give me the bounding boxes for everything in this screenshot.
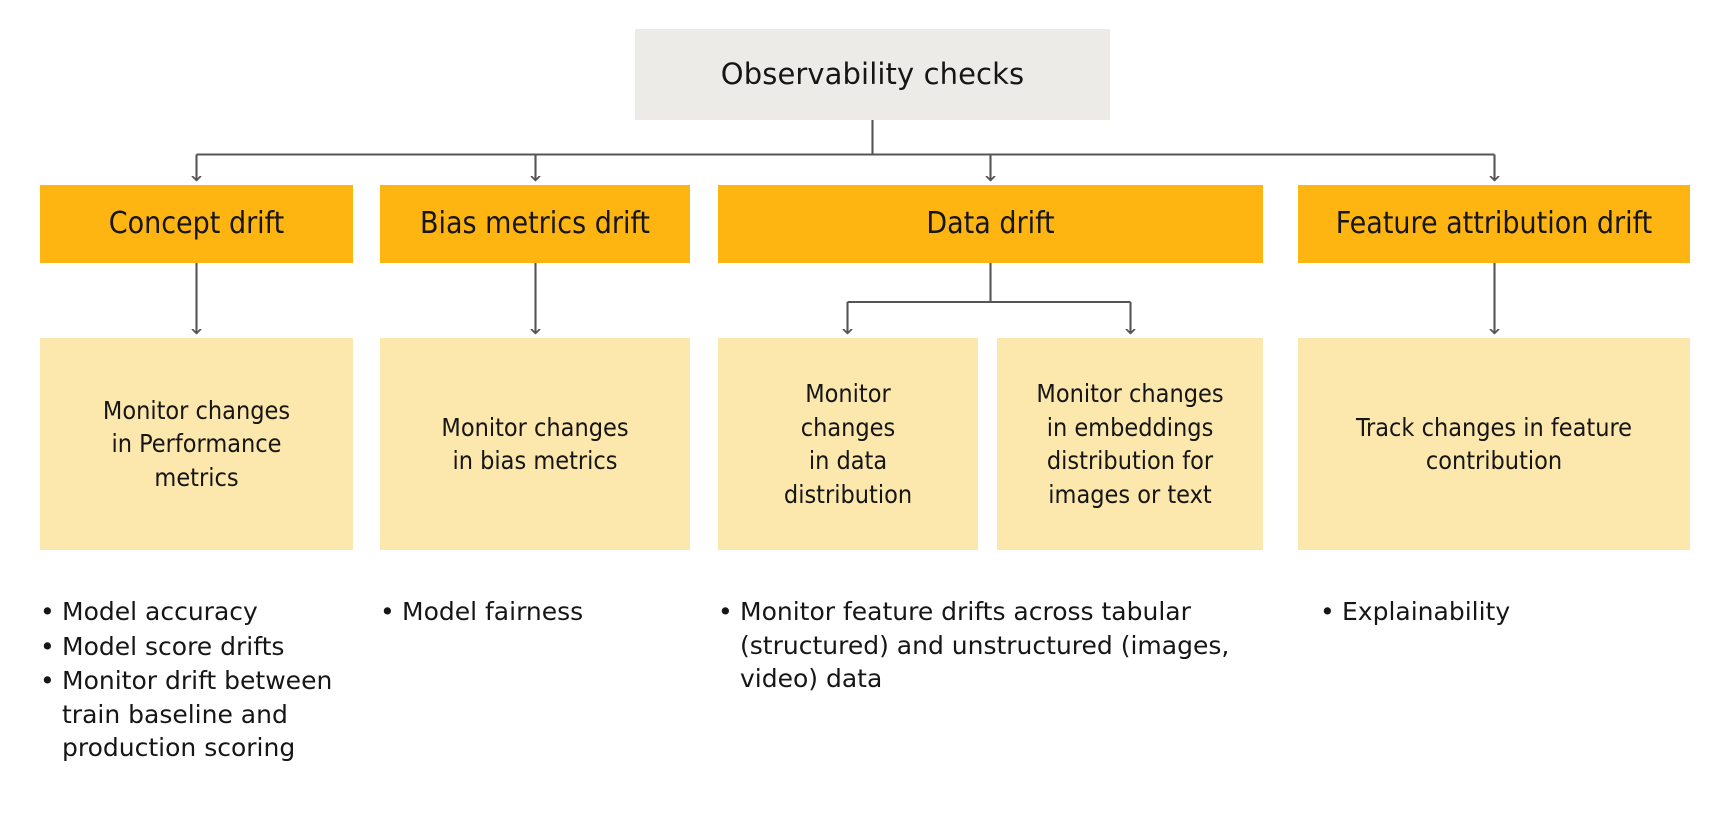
detail-embeddings-distribution: Monitor changes in embeddings distributi… bbox=[997, 338, 1263, 550]
bullet-icon: • bbox=[40, 597, 55, 626]
detail-data-distribution: Monitor changes in data distribution bbox=[718, 338, 978, 550]
node-data-drift-label: Data drift bbox=[926, 205, 1055, 241]
list-item-label: Model fairness bbox=[402, 597, 584, 626]
node-concept-drift-label: Concept drift bbox=[108, 205, 285, 241]
root-node-observability-checks: Observability checks bbox=[635, 29, 1110, 120]
bullet-icon: • bbox=[40, 666, 55, 695]
list-item: • Monitor drift between train baseline a… bbox=[40, 664, 340, 765]
detail-embeddings-distribution-label: Monitor changes in embeddings distributi… bbox=[1036, 379, 1224, 509]
list-item: • Model accuracy bbox=[40, 595, 340, 629]
observability-checks-diagram: Observability checks Concept drift Bias … bbox=[0, 0, 1730, 824]
detail-feature-attribution-drift: Track changes in feature contribution bbox=[1298, 338, 1690, 550]
node-concept-drift: Concept drift bbox=[40, 185, 353, 263]
list-item: • Model fairness bbox=[380, 595, 680, 629]
root-node-label: Observability checks bbox=[720, 57, 1025, 92]
node-bias-metrics-drift-label: Bias metrics drift bbox=[420, 205, 650, 241]
list-item: • Monitor feature drifts across tabular … bbox=[718, 595, 1263, 696]
bullet-list-data-drift: • Monitor feature drifts across tabular … bbox=[718, 595, 1263, 697]
bullet-icon: • bbox=[40, 631, 55, 661]
bullet-list-concept-drift: • Model accuracy • Model score drifts • … bbox=[40, 595, 340, 766]
node-bias-metrics-drift: Bias metrics drift bbox=[380, 185, 690, 263]
detail-bias-metrics-drift-label: Monitor changes in bias metrics bbox=[441, 412, 629, 476]
bullet-icon: • bbox=[380, 597, 395, 626]
node-feature-attribution-drift-label: Feature attribution drift bbox=[1335, 205, 1653, 241]
detail-feature-attribution-drift-label: Track changes in feature contribution bbox=[1355, 412, 1633, 476]
list-item-label: Monitor drift between train baseline and… bbox=[62, 666, 333, 762]
detail-concept-drift-label: Monitor changes in Performance metrics bbox=[102, 395, 291, 492]
list-item-label: Model accuracy bbox=[62, 597, 258, 626]
list-item-label: Monitor feature drifts across tabular (s… bbox=[740, 597, 1230, 693]
node-data-drift: Data drift bbox=[718, 185, 1263, 263]
list-item: • Explainability bbox=[1320, 595, 1700, 629]
bullet-list-bias-metrics-drift: • Model fairness bbox=[380, 595, 680, 630]
bullet-icon: • bbox=[718, 597, 733, 626]
detail-concept-drift: Monitor changes in Performance metrics bbox=[40, 338, 353, 550]
bullet-icon: • bbox=[1320, 597, 1335, 626]
bullet-list-feature-attribution-drift: • Explainability bbox=[1320, 595, 1700, 630]
list-item: • Model score drifts bbox=[40, 630, 340, 664]
detail-data-distribution-label: Monitor changes in data distribution bbox=[783, 379, 913, 509]
list-item-label: Model score drifts bbox=[62, 631, 285, 661]
node-feature-attribution-drift: Feature attribution drift bbox=[1298, 185, 1690, 263]
list-item-label: Explainability bbox=[1342, 597, 1511, 626]
detail-bias-metrics-drift: Monitor changes in bias metrics bbox=[380, 338, 690, 550]
